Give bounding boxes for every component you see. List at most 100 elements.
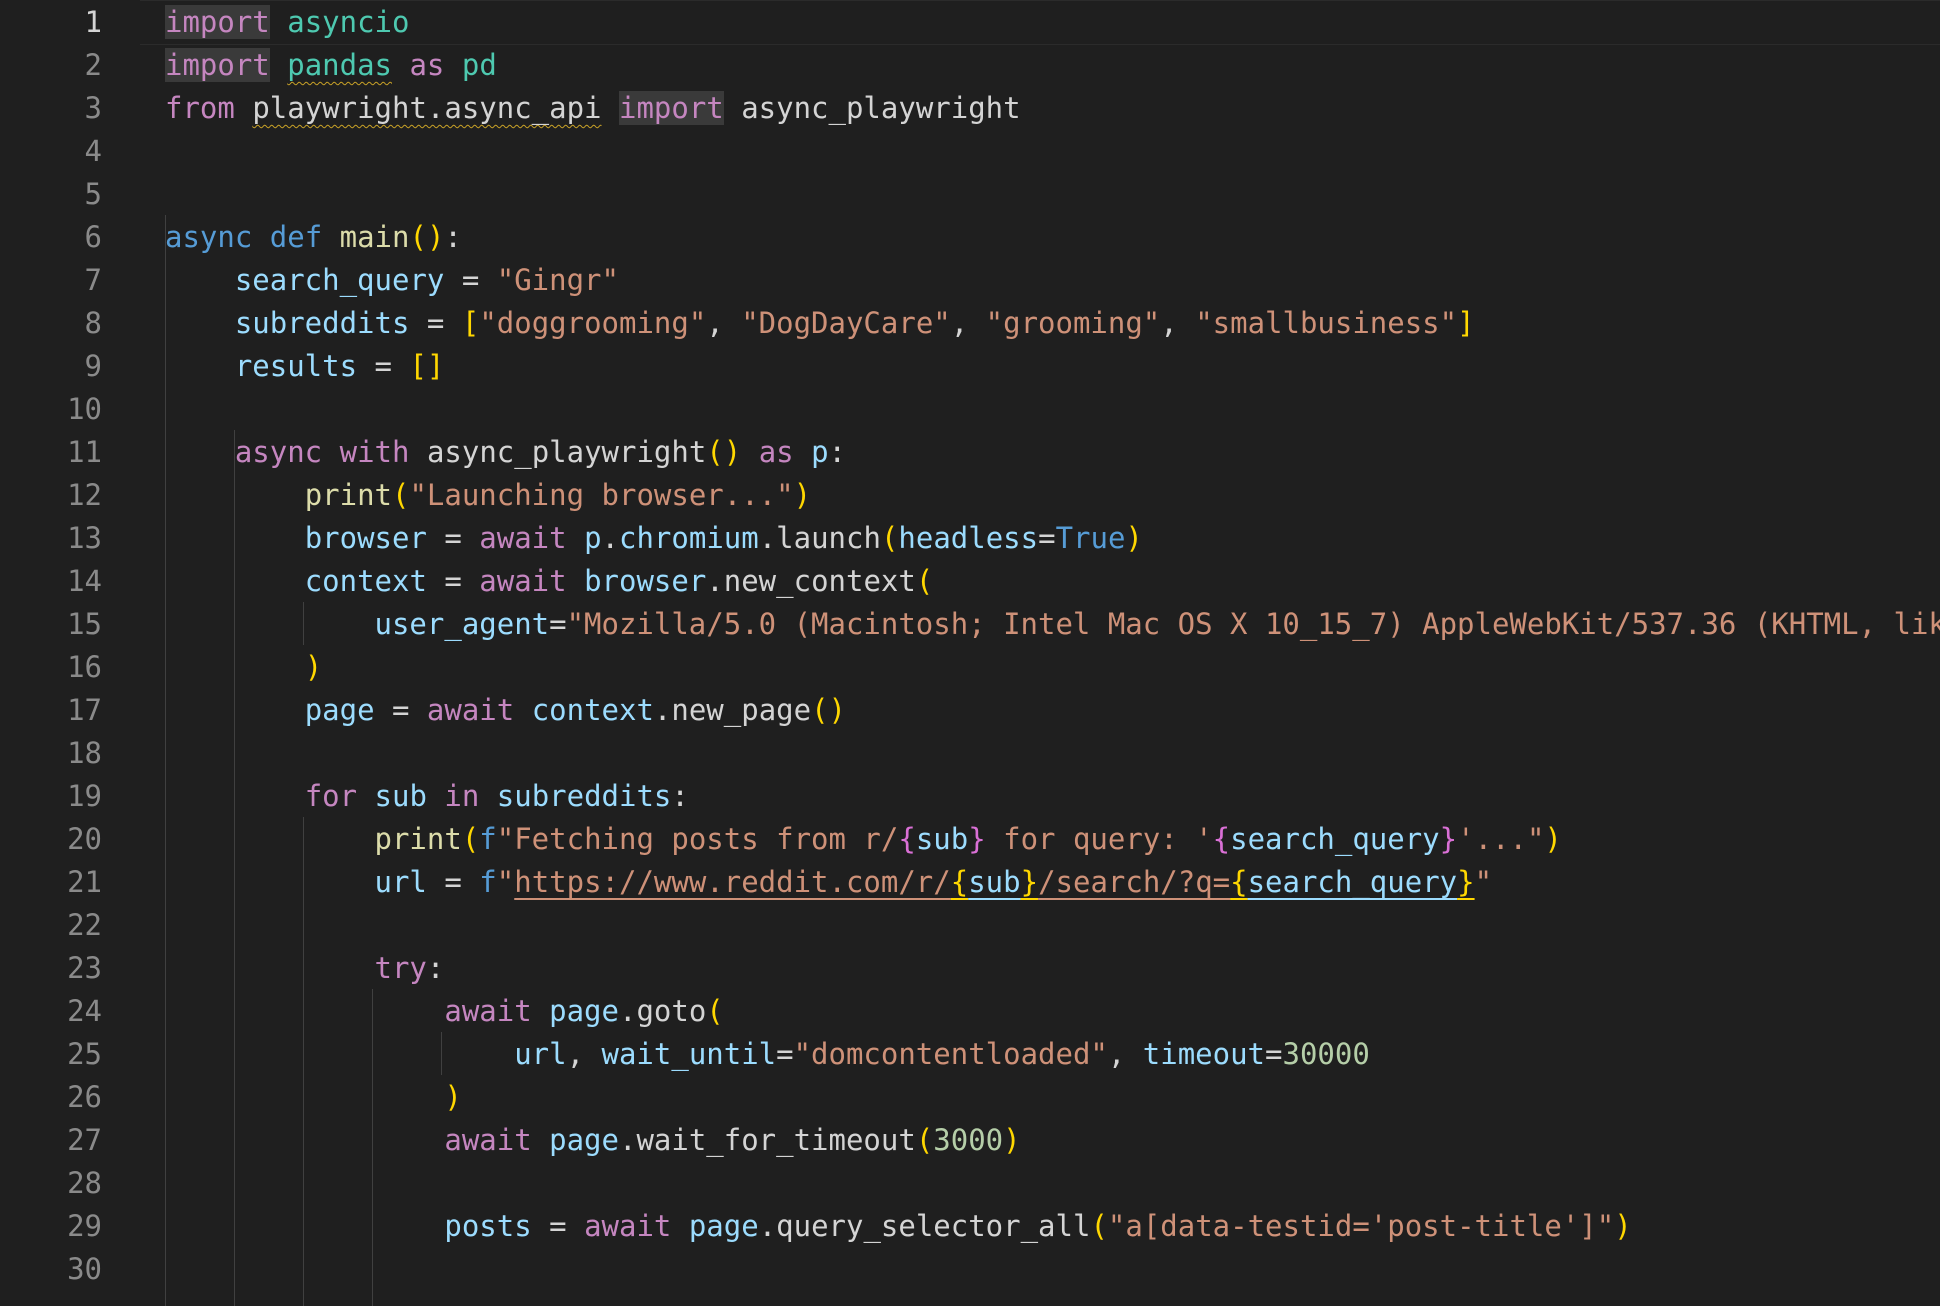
line-number: 29 xyxy=(67,1209,102,1243)
line-number: 30 xyxy=(67,1252,102,1286)
code-token: headless xyxy=(898,521,1039,555)
code-token: '..." xyxy=(1457,822,1545,856)
code-line[interactable]: from playwright.async_api import async_p… xyxy=(165,87,1021,130)
code-line[interactable]: ) xyxy=(165,1076,461,1119)
code-token: print xyxy=(374,822,462,856)
line-number: 14 xyxy=(67,564,102,598)
code-token: results xyxy=(234,349,358,383)
code-line[interactable]: browser = await p.chromium.launch(headle… xyxy=(165,517,1143,560)
code-token: : xyxy=(828,435,847,469)
code-token: ) xyxy=(1003,1123,1021,1157)
code-token: } xyxy=(1457,865,1475,899)
line-number: 9 xyxy=(84,349,102,383)
code-token: page xyxy=(688,1209,759,1243)
code-token: sub xyxy=(915,822,969,856)
code-token: wait_for_timeout xyxy=(636,1123,916,1157)
code-token: main xyxy=(339,220,410,254)
code-line[interactable]: context = await browser.new_context( xyxy=(165,560,934,603)
code-line[interactable]: url = f"https://www.reddit.com/r/{sub}/s… xyxy=(165,861,1493,904)
code-line[interactable]: user_agent="Mozilla/5.0 (Macintosh; Inte… xyxy=(165,603,1940,646)
code-token: "Launching browser..." xyxy=(409,478,794,512)
code-token: pandas xyxy=(287,48,392,82)
code-line[interactable]: posts = await page.query_selector_all("a… xyxy=(165,1205,1631,1248)
code-token: asyncio xyxy=(287,5,410,39)
code-line[interactable]: search_query = "Gingr" xyxy=(165,259,619,302)
code-line[interactable]: await page.goto( xyxy=(165,990,723,1033)
line-number: 5 xyxy=(84,177,102,211)
code-token: https://www.reddit.com/r/ xyxy=(514,865,951,899)
code-token: ( xyxy=(915,1123,934,1157)
code-token: ( xyxy=(915,564,934,598)
code-token: , xyxy=(566,1037,602,1071)
code-token: query_selector_all xyxy=(776,1209,1091,1243)
code-line[interactable]: ) xyxy=(165,646,322,689)
code-token: { xyxy=(950,865,969,899)
code-token: user_agent xyxy=(374,607,550,641)
line-number: 22 xyxy=(67,908,102,942)
code-token: await xyxy=(479,564,567,598)
code-area[interactable]: import asyncio import pandas as pd from pl… xyxy=(165,0,1940,1306)
code-line[interactable]: import asyncio xyxy=(165,1,409,44)
code-token: "Gingr" xyxy=(496,263,619,297)
code-line[interactable]: subreddits = ["doggrooming", "DogDayCare… xyxy=(165,302,1475,345)
code-token: await xyxy=(584,1209,672,1243)
code-line[interactable]: await page.wait_for_timeout(3000) xyxy=(165,1119,1021,1162)
code-token: playwright.async_api xyxy=(252,91,602,125)
code-token: page xyxy=(549,1123,619,1157)
code-token: } xyxy=(968,822,986,856)
code-token: context xyxy=(304,564,427,598)
code-token: try xyxy=(374,951,427,985)
code-token: chromium xyxy=(619,521,759,555)
code-line[interactable]: async with async_playwright() as p: xyxy=(165,431,846,474)
code-line[interactable]: for sub in subreddits: xyxy=(165,775,689,818)
line-number: 11 xyxy=(67,435,102,469)
code-token: . xyxy=(758,1209,777,1243)
code-token: for query: ' xyxy=(985,822,1213,856)
code-token: page xyxy=(549,994,619,1028)
code-token: = xyxy=(409,306,462,340)
code-line[interactable]: async def main(): xyxy=(165,216,462,259)
line-number: 24 xyxy=(67,994,102,1028)
code-token: "smallbusiness" xyxy=(1195,306,1458,340)
code-line[interactable]: page = await context.new_page() xyxy=(165,689,846,732)
code-line[interactable]: print("Launching browser...") xyxy=(165,474,811,517)
code-line[interactable]: import pandas as pd xyxy=(165,44,497,87)
code-line[interactable]: print(f"Fetching posts from r/{sub} for … xyxy=(165,818,1562,861)
code-token: subreddits xyxy=(496,779,672,813)
line-number: 19 xyxy=(67,779,102,813)
code-editor[interactable]: 1 2 3 4 5 6 7 8 9 10 11 12 13 14 15 16 17 18 19 20 21 22 23 24 2… xyxy=(0,0,1940,1306)
code-token: . xyxy=(758,521,777,555)
code-token: " xyxy=(496,865,515,899)
code-token: posts xyxy=(444,1209,532,1243)
code-token: "Fetching posts from r/ xyxy=(496,822,899,856)
code-token: p xyxy=(584,521,602,555)
code-token: = xyxy=(549,607,567,641)
code-line[interactable]: try: xyxy=(165,947,445,990)
code-token: = xyxy=(426,564,480,598)
code-line[interactable]: results = [] xyxy=(165,345,445,388)
line-number: 20 xyxy=(67,822,102,856)
code-token: "domcontentloaded" xyxy=(793,1037,1108,1071)
line-number: 4 xyxy=(84,134,102,168)
line-number: 21 xyxy=(67,865,102,899)
code-line[interactable]: url, wait_until="domcontentloaded", time… xyxy=(165,1033,1370,1076)
line-number-gutter[interactable]: 1 2 3 4 5 6 7 8 9 10 11 12 13 14 15 16 17 18 19 20 21 22 23 24 2… xyxy=(0,0,140,1306)
code-token: [] xyxy=(409,349,445,383)
code-token: { xyxy=(898,822,916,856)
code-token: with xyxy=(339,435,410,469)
